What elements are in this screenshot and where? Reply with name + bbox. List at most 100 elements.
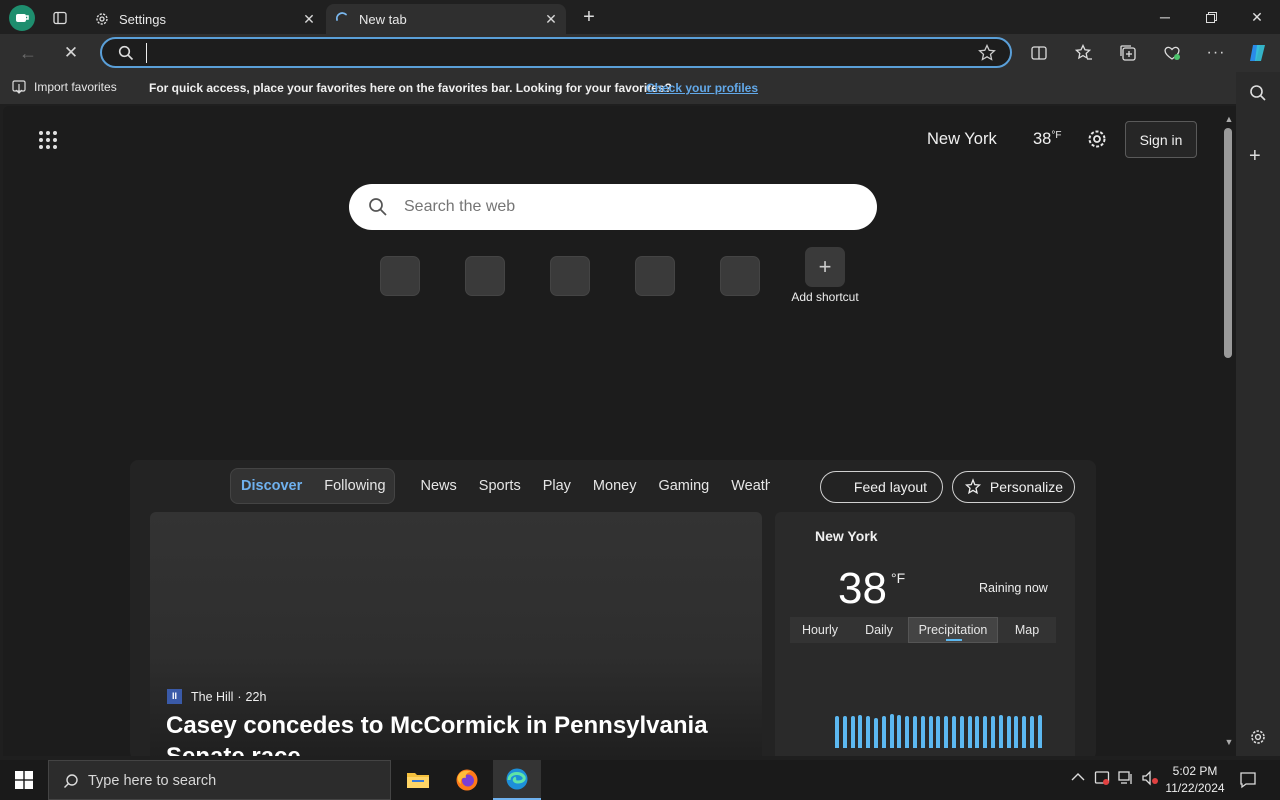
browser-essentials-button[interactable] (1157, 38, 1187, 68)
new-tab-button[interactable]: + (578, 6, 600, 28)
clock[interactable]: 5:02 PM 11/22/2024 (1162, 763, 1228, 797)
split-screen-button[interactable] (1024, 38, 1054, 68)
tab-actions-button[interactable] (49, 7, 71, 29)
apps-launcher-button[interactable] (38, 130, 58, 155)
stop-loading-button[interactable]: ✕ (56, 38, 86, 68)
shortcut-tile[interactable] (380, 256, 420, 296)
add-favorite-star-icon[interactable] (978, 44, 996, 62)
heart-pulse-icon (1164, 46, 1180, 60)
weather-card[interactable]: New York 38 °F Raining now Hourly Daily … (775, 512, 1075, 756)
sign-in-label: Sign in (1139, 131, 1183, 148)
copilot-button[interactable] (1243, 38, 1273, 68)
story-headline: Casey concedes to McCormick in Pennsylva… (166, 710, 756, 756)
address-input[interactable] (146, 43, 966, 63)
profile-avatar[interactable] (9, 5, 35, 31)
sidebar-settings-button[interactable] (1249, 728, 1267, 751)
tab-new-tab[interactable]: New tab ✕ (326, 4, 566, 34)
add-shortcut-button[interactable]: + (805, 247, 845, 287)
minimize-button[interactable]: ─ (1142, 0, 1188, 34)
precip-bar (1014, 716, 1019, 748)
notifications-button[interactable] (1239, 771, 1257, 792)
precip-bar (881, 716, 886, 748)
nav-play[interactable]: Play (532, 478, 582, 494)
security-tray-icon[interactable] (1094, 770, 1110, 789)
taskbar-search-box[interactable]: Type here to search (48, 760, 391, 800)
sidebar-add-button[interactable]: + (1249, 146, 1261, 166)
nav-following[interactable]: Following (313, 478, 409, 494)
favorites-button[interactable] (1069, 38, 1099, 68)
import-favorites-button[interactable]: Import favorites (12, 80, 117, 94)
tab-settings[interactable]: Settings ✕ (84, 4, 324, 34)
collections-button[interactable] (1113, 38, 1143, 68)
add-shortcut-label: Add shortcut (791, 290, 859, 304)
precip-bar (975, 716, 980, 748)
shortcut-tile[interactable] (550, 256, 590, 296)
precip-bar (858, 715, 863, 748)
shortcut-tile[interactable] (635, 256, 675, 296)
web-search-box[interactable] (349, 184, 877, 230)
tab-label: New tab (359, 11, 407, 27)
import-favorites-label: Import favorites (34, 80, 117, 94)
nav-news[interactable]: News (410, 478, 468, 494)
precip-bar (991, 716, 995, 748)
nav-weather[interactable]: Weathe (720, 478, 770, 494)
copilot-icon (1250, 45, 1265, 61)
precip-bar (967, 716, 972, 748)
show-hidden-icons-button[interactable] (1071, 771, 1085, 786)
weather-tab-precipitation[interactable]: Precipitation (908, 617, 998, 643)
scroll-up-arrow[interactable]: ▲ (1223, 114, 1235, 124)
gear-icon (1251, 730, 1265, 744)
volume-tray-icon[interactable] (1141, 770, 1159, 789)
sign-in-button[interactable]: Sign in (1125, 121, 1197, 158)
cup-icon (16, 14, 29, 22)
sidebar-search-button[interactable] (1249, 84, 1267, 107)
address-bar[interactable] (100, 37, 1012, 68)
shortcut-tile[interactable] (465, 256, 505, 296)
weather-tab-hourly[interactable]: Hourly (790, 617, 850, 643)
close-window-button[interactable]: ✕ (1234, 0, 1280, 34)
network-tray-icon[interactable] (1118, 770, 1134, 789)
precip-bar (998, 715, 1003, 748)
toolbar: ← ✕ ··· (0, 34, 1280, 72)
precip-bar (920, 716, 925, 748)
header-location[interactable]: New York (927, 130, 997, 149)
web-search-input[interactable] (404, 196, 844, 218)
taskbar-firefox[interactable] (447, 760, 487, 800)
feed-layout-button[interactable]: Feed layout (820, 471, 943, 503)
start-button[interactable] (0, 760, 48, 800)
precip-bar (1030, 716, 1034, 748)
header-weather[interactable]: 38°F (1033, 130, 1061, 149)
top-story-card[interactable]: II The Hill · 22h Casey concedes to McCo… (150, 512, 762, 756)
precip-bar (983, 716, 988, 748)
headline-line-1: Casey concedes to McCormick in Pennsylva… (166, 712, 708, 739)
taskbar-file-explorer[interactable] (398, 760, 438, 800)
collections-icon (1120, 45, 1136, 61)
weather-tab-label: Precipitation (918, 623, 988, 637)
taskbar-edge[interactable] (493, 760, 541, 800)
back-button[interactable]: ← (13, 38, 43, 68)
close-tab-icon[interactable]: ✕ (300, 10, 318, 28)
weather-tab-daily[interactable]: Daily (850, 617, 908, 643)
weather-tab-map[interactable]: Map (998, 617, 1056, 643)
gear-icon (1088, 130, 1106, 148)
restore-button[interactable] (1188, 0, 1234, 34)
active-tab-indicator (946, 639, 962, 641)
settings-and-more-button[interactable]: ··· (1201, 38, 1231, 68)
shortcut-tile[interactable] (720, 256, 760, 296)
check-profiles-link[interactable]: Check your profiles (646, 81, 758, 95)
nav-money[interactable]: Money (582, 478, 648, 494)
nav-sports[interactable]: Sports (468, 478, 532, 494)
weather-city[interactable]: New York (815, 528, 878, 544)
precip-bar (889, 714, 894, 748)
favorites-bar-message: For quick access, place your favorites h… (149, 81, 672, 95)
close-tab-icon[interactable]: ✕ (542, 10, 560, 28)
weather-temp: 38 (838, 564, 887, 613)
nav-discover[interactable]: Discover (230, 478, 313, 494)
scrollbar-thumb[interactable] (1224, 128, 1232, 358)
nav-gaming[interactable]: Gaming (647, 478, 720, 494)
scroll-down-arrow[interactable]: ▼ (1223, 737, 1235, 747)
personalize-button[interactable]: Personalize (952, 471, 1075, 503)
precip-bar (1022, 716, 1027, 748)
weather-tab-label: Map (1014, 623, 1040, 637)
page-settings-button[interactable] (1086, 128, 1108, 155)
